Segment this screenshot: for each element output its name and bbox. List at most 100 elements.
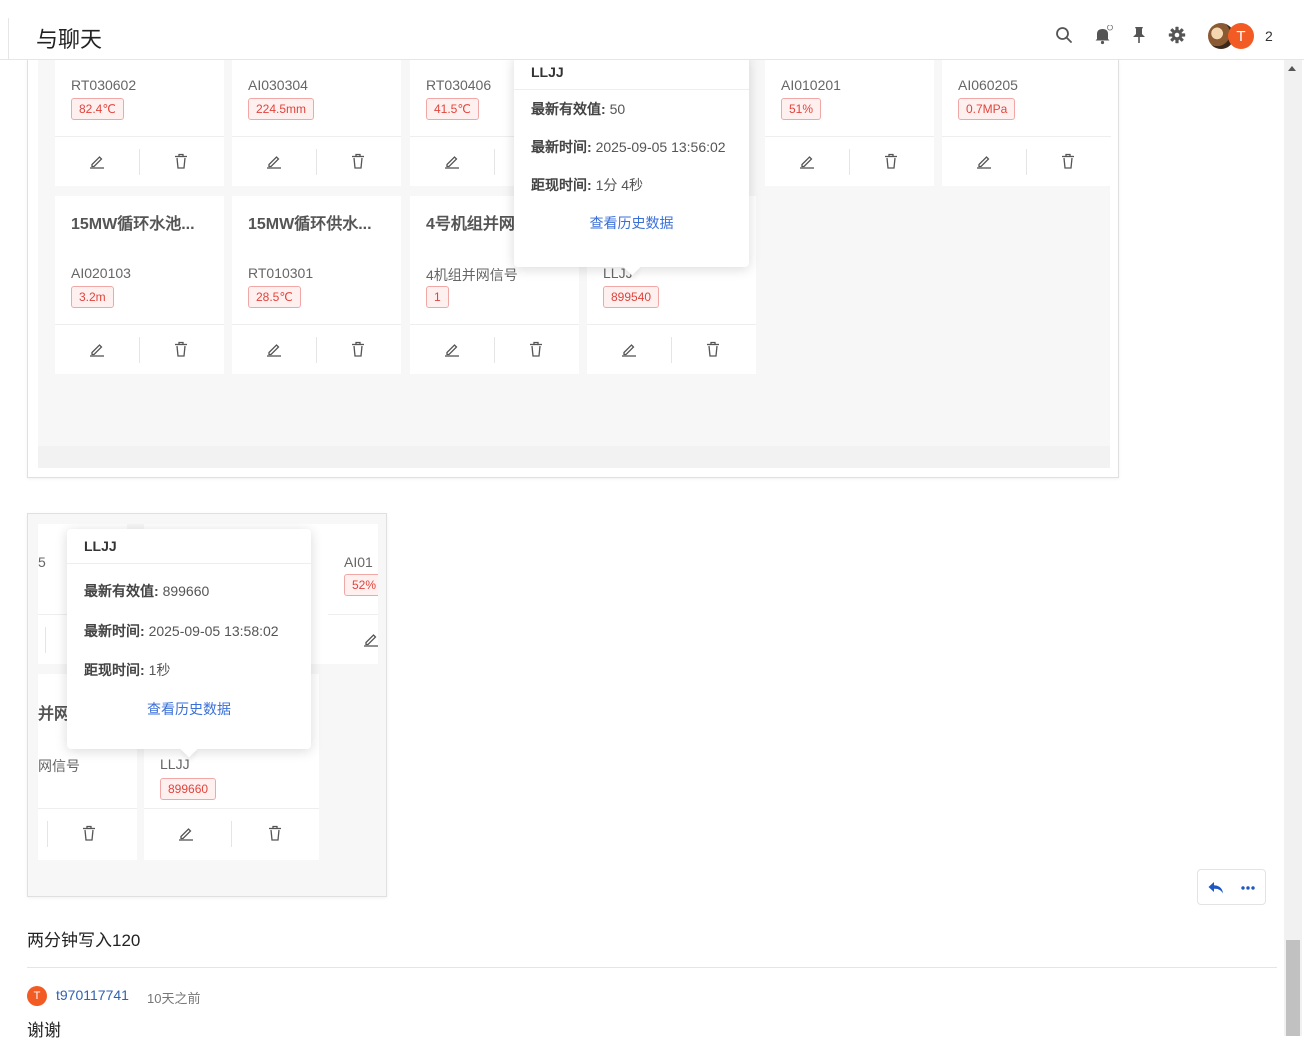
sensor-code: AI020103	[71, 265, 131, 281]
post-image-1[interactable]: RT030602 82.4℃ AI030304 224.5mm RT030406…	[27, 60, 1119, 478]
card-actions	[144, 808, 319, 858]
reply-avatar[interactable]: T	[27, 986, 47, 1006]
tooltip-latest-time: 最新时间: 2025-09-05 13:58:02	[84, 623, 279, 639]
edit-icon[interactable]	[443, 340, 461, 358]
edit-icon[interactable]	[443, 152, 461, 170]
sensor-value: 899660	[160, 778, 217, 800]
more-icon[interactable]	[1238, 878, 1258, 898]
trash-icon[interactable]	[80, 824, 98, 842]
sensor-value: 224.5mm	[248, 98, 315, 120]
sensor-tooltip: LLJJ 最新有效值: 899660 最新时间: 2025-09-05 13:5…	[67, 529, 311, 758]
trash-icon[interactable]	[266, 824, 284, 842]
trash-icon[interactable]	[704, 340, 722, 358]
sensor-code: AI060205	[958, 77, 1018, 93]
reply-timestamp[interactable]: 10天之前	[147, 988, 200, 1007]
card-actions	[942, 136, 1111, 186]
user-avatar[interactable]: T	[1228, 23, 1254, 49]
divider	[27, 967, 1277, 968]
sensor-code: 5	[38, 554, 46, 570]
view-history-link[interactable]: 查看历史数据	[514, 213, 749, 233]
sensor-grid-cropped: 5 AI01 52% 并网 网信号 LLJJ 899660 LLJJ 最新有效值…	[38, 524, 378, 888]
card-actions	[232, 324, 401, 374]
sensor-value: 1	[426, 286, 449, 308]
scrollbar[interactable]	[1284, 60, 1302, 1036]
divider	[1026, 149, 1027, 175]
trash-icon[interactable]	[882, 152, 900, 170]
card-actions	[55, 136, 224, 186]
card-actions	[38, 808, 137, 858]
sensor-title: 并网	[38, 706, 71, 723]
card-actions	[55, 324, 224, 374]
edit-icon[interactable]	[88, 152, 106, 170]
tooltip-title: LLJJ	[67, 529, 311, 564]
sensor-card: AI01 52%	[328, 524, 378, 664]
trash-icon[interactable]	[172, 152, 190, 170]
edit-icon[interactable]	[177, 824, 195, 842]
divider	[47, 821, 48, 847]
edit-icon[interactable]	[88, 340, 106, 358]
sensor-grid: RT030602 82.4℃ AI030304 224.5mm RT030406…	[38, 60, 1111, 446]
pin-icon[interactable]	[1128, 24, 1150, 46]
divider	[231, 821, 232, 847]
tooltip-title: LLJJ	[514, 60, 749, 90]
sensor-value: 3.2m	[71, 286, 114, 308]
sensor-card: AI030304 224.5mm	[232, 60, 401, 186]
reply-username-link[interactable]: t970117741	[56, 987, 129, 1003]
sensor-code: RT030602	[71, 77, 137, 93]
gear-icon[interactable]	[1166, 24, 1188, 46]
sensor-value: 0.7MPa	[958, 98, 1016, 120]
sensor-value: 28.5℃	[248, 286, 301, 308]
sensor-code: AI01	[344, 554, 373, 570]
sensor-code: 4机组并网信号	[426, 267, 518, 283]
edit-icon[interactable]	[798, 152, 816, 170]
search-icon[interactable]	[1053, 24, 1075, 46]
topic-title[interactable]: 与聊天	[36, 22, 102, 54]
divider	[139, 149, 140, 175]
bell-icon[interactable]	[1092, 24, 1114, 46]
divider	[849, 149, 850, 175]
trash-icon[interactable]	[172, 340, 190, 358]
sensor-title: 15MW循环供水...	[248, 216, 372, 233]
divider	[45, 627, 46, 653]
sensor-value: 82.4℃	[71, 98, 124, 120]
edit-icon[interactable]	[975, 152, 993, 170]
sensor-code: RT030406	[426, 77, 492, 93]
sensor-value: 41.5℃	[426, 98, 479, 120]
sensor-title: 4号机组并网	[426, 216, 515, 233]
post-body: 两分钟写入120	[27, 931, 141, 950]
edit-icon[interactable]	[265, 152, 283, 170]
card-actions	[765, 136, 934, 186]
edit-icon[interactable]	[620, 340, 638, 358]
edit-icon[interactable]	[362, 630, 378, 648]
notification-count[interactable]: 2	[1265, 28, 1273, 44]
tooltip-elapsed: 距现时间: 1分 4秒	[531, 177, 644, 193]
sensor-value: 52%	[344, 574, 378, 596]
post-image-2[interactable]: 5 AI01 52% 并网 网信号 LLJJ 899660 LLJJ 最新有效值…	[27, 513, 387, 897]
divider	[494, 337, 495, 363]
post-action-bar	[1197, 869, 1266, 905]
trash-icon[interactable]	[349, 340, 367, 358]
view-history-link[interactable]: 查看历史数据	[67, 699, 311, 719]
scroll-up-arrow-icon[interactable]	[1288, 66, 1296, 71]
divider	[8, 18, 9, 60]
tooltip-latest-time: 最新时间: 2025-09-05 13:56:02	[531, 139, 726, 155]
tooltip-latest-value: 最新有效值: 899660	[84, 583, 210, 599]
trash-icon[interactable]	[527, 340, 545, 358]
sensor-card: AI060205 0.7MPa	[942, 60, 1111, 186]
sensor-code: 网信号	[38, 758, 80, 774]
sensor-value: 51%	[781, 98, 822, 120]
trash-icon[interactable]	[1059, 152, 1077, 170]
tooltip-latest-value: 最新有效值: 50	[531, 101, 626, 117]
card-actions	[410, 324, 579, 374]
reply-icon[interactable]	[1206, 878, 1226, 898]
trash-icon[interactable]	[349, 152, 367, 170]
edit-icon[interactable]	[265, 340, 283, 358]
card-actions	[232, 136, 401, 186]
card-actions	[328, 614, 378, 664]
scrollbar-thumb[interactable]	[1286, 940, 1300, 1036]
sensor-code: RT010301	[248, 265, 314, 281]
scroll-strip	[38, 446, 1110, 468]
tooltip-elapsed: 距现时间: 1秒	[84, 662, 171, 678]
divider	[139, 337, 140, 363]
sensor-card: 15MW循环供水... RT010301 28.5℃	[232, 196, 401, 374]
